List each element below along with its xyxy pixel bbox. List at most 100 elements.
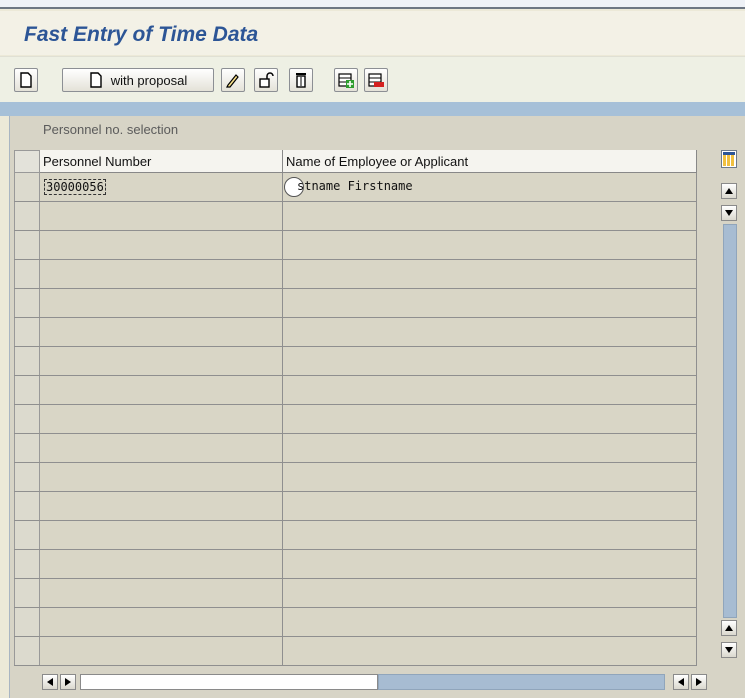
personnel-number-cell[interactable] xyxy=(40,289,283,317)
title-bar: Fast Entry of Time Data xyxy=(0,11,745,55)
table-row xyxy=(14,434,697,463)
employee-name-cell[interactable] xyxy=(283,550,697,578)
scroll-left-button-right[interactable] xyxy=(673,674,689,690)
page-down-button[interactable] xyxy=(721,642,737,658)
table-row xyxy=(14,521,697,550)
page-up-button[interactable] xyxy=(721,620,737,636)
scroll-left-button[interactable] xyxy=(42,674,58,690)
employee-name-cell[interactable] xyxy=(283,347,697,375)
employee-name-cell[interactable] xyxy=(283,289,697,317)
employee-name-cell[interactable] xyxy=(283,376,697,404)
personnel-number-cell[interactable] xyxy=(40,260,283,288)
employee-name-cell[interactable] xyxy=(283,231,697,259)
column-settings-button[interactable] xyxy=(721,150,737,168)
scroll-track[interactable] xyxy=(723,224,737,618)
arrow-up-icon xyxy=(725,188,733,194)
table-row xyxy=(14,289,697,318)
employee-name-cell[interactable] xyxy=(283,637,697,665)
arrow-right-icon xyxy=(696,678,702,686)
personnel-number-cell[interactable] xyxy=(40,579,283,607)
arrow-down-icon xyxy=(725,210,733,216)
arrow-right-icon xyxy=(65,678,71,686)
row-selector[interactable] xyxy=(14,376,40,404)
personnel-number-cell[interactable] xyxy=(40,608,283,636)
row-selector[interactable] xyxy=(14,492,40,520)
employee-name-cell[interactable]: stname Firstname xyxy=(283,173,697,201)
row-selector[interactable] xyxy=(14,637,40,665)
personnel-number-cell[interactable] xyxy=(40,434,283,462)
row-selector[interactable] xyxy=(14,231,40,259)
personnel-number-cell[interactable] xyxy=(40,318,283,346)
employee-name-cell[interactable] xyxy=(283,463,697,491)
row-selector[interactable] xyxy=(14,579,40,607)
unlock-button[interactable] xyxy=(254,68,278,92)
create-button[interactable] xyxy=(14,68,38,92)
row-selector[interactable] xyxy=(14,550,40,578)
page-title: Fast Entry of Time Data xyxy=(24,23,259,46)
employee-name-cell[interactable] xyxy=(283,318,697,346)
scroll-up-button[interactable] xyxy=(721,183,737,199)
personnel-number-cell[interactable] xyxy=(40,231,283,259)
application-toolbar: with proposal xyxy=(0,56,745,102)
row-selector[interactable] xyxy=(14,434,40,462)
personnel-number-cell[interactable] xyxy=(40,376,283,404)
insert-row-button[interactable] xyxy=(334,68,358,92)
row-selector[interactable] xyxy=(14,608,40,636)
with-proposal-label: with proposal xyxy=(110,72,188,88)
employee-name-cell[interactable] xyxy=(283,260,697,288)
personnel-number-cell[interactable] xyxy=(40,550,283,578)
add-row-icon xyxy=(338,73,354,88)
row-selector[interactable] xyxy=(14,289,40,317)
personnel-number-cell[interactable] xyxy=(40,347,283,375)
personnel-number-cell[interactable] xyxy=(40,637,283,665)
employee-name-cell[interactable] xyxy=(283,202,697,230)
window-top-border xyxy=(0,0,745,9)
column-settings-icon xyxy=(723,152,735,166)
employee-name-value: stname Firstname xyxy=(297,179,413,193)
row-selector[interactable] xyxy=(14,347,40,375)
row-selector[interactable] xyxy=(14,521,40,549)
with-proposal-button[interactable]: with proposal xyxy=(62,68,214,92)
personnel-number-cell[interactable]: 30000056 xyxy=(40,173,283,201)
column-header-personnel-number[interactable]: Personnel Number xyxy=(40,150,283,173)
employee-name-cell[interactable] xyxy=(283,434,697,462)
row-selector[interactable] xyxy=(14,405,40,433)
scroll-right-button-right[interactable] xyxy=(691,674,707,690)
table-row: 30000056 stname Firstname xyxy=(14,173,697,202)
table-row xyxy=(14,318,697,347)
table-row xyxy=(14,347,697,376)
scroll-down-button[interactable] xyxy=(721,205,737,221)
employee-name-cell[interactable] xyxy=(283,521,697,549)
table-row xyxy=(14,202,697,231)
personnel-number-cell[interactable] xyxy=(40,202,283,230)
row-selector[interactable] xyxy=(14,173,40,201)
arrow-down-icon xyxy=(725,647,733,653)
horizontal-scroll-thumb[interactable] xyxy=(80,674,378,690)
table-row xyxy=(14,550,697,579)
delete-row-button[interactable] xyxy=(364,68,388,92)
delete-button[interactable] xyxy=(289,68,313,92)
row-selector[interactable] xyxy=(14,463,40,491)
select-all-button[interactable] xyxy=(14,150,40,173)
table-row xyxy=(14,579,697,608)
personnel-number-cell[interactable] xyxy=(40,521,283,549)
arrow-left-icon xyxy=(678,678,684,686)
employee-name-cell[interactable] xyxy=(283,405,697,433)
table-row xyxy=(14,492,697,521)
change-button[interactable] xyxy=(221,68,245,92)
personnel-number-cell[interactable] xyxy=(40,492,283,520)
row-selector[interactable] xyxy=(14,260,40,288)
employee-name-cell[interactable] xyxy=(283,492,697,520)
column-header-employee-name[interactable]: Name of Employee or Applicant xyxy=(283,150,697,173)
pencil-icon xyxy=(226,74,239,88)
scroll-right-button[interactable] xyxy=(60,674,76,690)
employee-name-cell[interactable] xyxy=(283,608,697,636)
horizontal-scroll-track[interactable] xyxy=(378,674,665,690)
unlock-icon xyxy=(259,72,274,88)
row-selector[interactable] xyxy=(14,202,40,230)
personnel-number-cell[interactable] xyxy=(40,405,283,433)
row-selector[interactable] xyxy=(14,318,40,346)
personnel-number-cell[interactable] xyxy=(40,463,283,491)
table-row xyxy=(14,463,697,492)
employee-name-cell[interactable] xyxy=(283,579,697,607)
